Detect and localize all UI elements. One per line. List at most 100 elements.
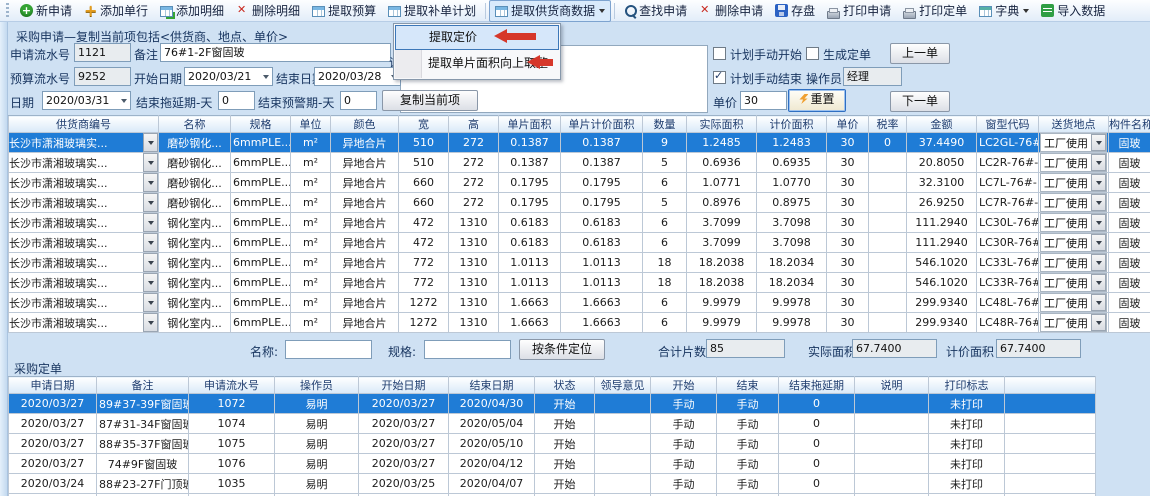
cell-tax_rate[interactable] <box>869 213 907 233</box>
extract-supplier-data-button[interactable]: 提取供货商数据 <box>489 0 611 22</box>
cell-leader-opinion[interactable] <box>595 474 651 494</box>
cell-component_name[interactable]: 固玻 <box>1109 153 1150 173</box>
cell-leader-opinion[interactable] <box>595 454 651 474</box>
cell-print-flag[interactable]: 未打印 <box>929 414 1005 434</box>
cell-end[interactable]: 手动 <box>717 394 779 414</box>
cell-qty[interactable]: 18 <box>643 273 687 293</box>
cell-tax_rate[interactable] <box>869 293 907 313</box>
cell-start[interactable]: 手动 <box>651 434 717 454</box>
cell-unit_price[interactable]: 30 <box>827 273 869 293</box>
cell-spec[interactable]: 6mmPLE... <box>231 273 291 293</box>
cell-amount[interactable]: 546.1020 <box>907 273 977 293</box>
cell-qty[interactable]: 6 <box>643 213 687 233</box>
cell-name[interactable]: 钢化室内... <box>159 293 231 313</box>
cell-piece_area[interactable]: 0.1387 <box>499 153 561 173</box>
cell-qty[interactable]: 5 <box>643 193 687 213</box>
cell-actual_area[interactable]: 9.9979 <box>687 313 757 333</box>
cell-piece_price_area[interactable]: 0.1795 <box>561 193 643 213</box>
supplier-combo-arrow[interactable] <box>143 213 158 232</box>
cell-qty[interactable]: 9 <box>643 133 687 153</box>
cell-width[interactable]: 510 <box>399 133 449 153</box>
cell-delivery_location[interactable]: 工厂使用 <box>1039 173 1109 193</box>
cell-remark[interactable]: 74#9F窗固玻 <box>97 454 189 474</box>
cell-width[interactable]: 772 <box>399 253 449 273</box>
cell-serial-no[interactable]: 1075 <box>189 434 275 454</box>
cell-unit[interactable]: m² <box>291 293 331 313</box>
cell-start-date[interactable]: 2020/03/27 <box>359 414 449 434</box>
supplier-combo-arrow[interactable] <box>143 173 158 192</box>
delivery-location-combo-arrow[interactable] <box>1091 314 1106 331</box>
cell-end-date[interactable]: 2020/05/10 <box>449 434 535 454</box>
cell-color[interactable]: 异地合片 <box>331 173 399 193</box>
cell-window_code[interactable]: LC30R-76#... <box>977 233 1039 253</box>
cell-piece_price_area[interactable]: 1.0113 <box>561 253 643 273</box>
cell-price_area[interactable]: 0.6935 <box>757 153 827 173</box>
cell-actual_area[interactable]: 1.0771 <box>687 173 757 193</box>
delivery-location-combo-arrow[interactable] <box>1091 174 1106 191</box>
cell-apply-date[interactable]: 2020/03/24 <box>9 474 97 494</box>
cell-window_code[interactable]: LC33R-76#... <box>977 273 1039 293</box>
cell-note[interactable] <box>855 454 929 474</box>
cell-price_area[interactable]: 18.2034 <box>757 273 827 293</box>
cell-filler[interactable] <box>1005 454 1096 474</box>
cell-leader-opinion[interactable] <box>595 394 651 414</box>
cell-window_code[interactable]: LC2GL-76#... <box>977 133 1039 153</box>
cell-status[interactable]: 开始 <box>535 474 595 494</box>
cell-width[interactable]: 772 <box>399 273 449 293</box>
supplier-combo-arrow[interactable] <box>143 193 158 212</box>
dictionary-button[interactable]: 字典 <box>973 0 1035 22</box>
cell-spec[interactable]: 6mmPLE... <box>231 313 291 333</box>
cell-window_code[interactable]: LC2R-76#-1F <box>977 153 1039 173</box>
cell-print-flag[interactable]: 未打印 <box>929 434 1005 454</box>
extract-supplement-plan-button[interactable]: 提取补单计划 <box>382 0 482 22</box>
cell-note[interactable] <box>855 414 929 434</box>
cell-window_code[interactable]: LC48R-76#... <box>977 313 1039 333</box>
cell-component_name[interactable]: 固玻 <box>1109 273 1150 293</box>
cell-qty[interactable]: 18 <box>643 253 687 273</box>
cell-supplier[interactable]: 长沙市潇湘玻璃实... <box>9 133 159 153</box>
cell-piece_price_area[interactable]: 0.1795 <box>561 173 643 193</box>
cell-operator[interactable]: 易明 <box>275 394 359 414</box>
cell-end-date[interactable]: 2020/04/30 <box>449 394 535 414</box>
cell-amount[interactable]: 111.2940 <box>907 213 977 233</box>
delete-detail-button[interactable]: 删除明细 <box>230 0 306 22</box>
cell-delivery_location[interactable]: 工厂使用 <box>1039 213 1109 233</box>
cell-amount[interactable]: 299.9340 <box>907 293 977 313</box>
cell-start[interactable]: 手动 <box>651 454 717 474</box>
cell-filler[interactable] <box>1005 414 1096 434</box>
cell-start-date[interactable]: 2020/03/25 <box>359 474 449 494</box>
cell-unit_price[interactable]: 30 <box>827 313 869 333</box>
cell-delivery_location[interactable]: 工厂使用 <box>1039 193 1109 213</box>
cell-component_name[interactable]: 固玻 <box>1109 133 1150 153</box>
save-disk-button[interactable]: 存盘 <box>769 0 821 22</box>
next-order-button[interactable]: 下一单 <box>890 91 950 112</box>
cell-height[interactable]: 272 <box>449 133 499 153</box>
cell-width[interactable]: 510 <box>399 153 449 173</box>
cell-height[interactable]: 272 <box>449 193 499 213</box>
cell-width[interactable]: 660 <box>399 193 449 213</box>
cell-unit[interactable]: m² <box>291 253 331 273</box>
cell-status[interactable]: 开始 <box>535 454 595 474</box>
cell-supplier[interactable]: 长沙市潇湘玻璃实... <box>9 253 159 273</box>
locate-by-condition-button[interactable]: 按条件定位 <box>519 339 605 360</box>
cell-end-delay[interactable]: 0 <box>779 394 855 414</box>
cell-piece_area[interactable]: 1.0113 <box>499 273 561 293</box>
cell-qty[interactable]: 5 <box>643 153 687 173</box>
cell-end-delay[interactable]: 0 <box>779 454 855 474</box>
copy-current-button[interactable]: 复制当前项 <box>382 90 478 111</box>
cell-unit[interactable]: m² <box>291 153 331 173</box>
cell-color[interactable]: 异地合片 <box>331 213 399 233</box>
cell-window_code[interactable]: LC48L-76#... <box>977 293 1039 313</box>
cell-unit[interactable]: m² <box>291 133 331 153</box>
supplier-combo-arrow[interactable] <box>143 233 158 252</box>
cell-color[interactable]: 异地合片 <box>331 193 399 213</box>
cell-unit_price[interactable]: 30 <box>827 173 869 193</box>
cell-component_name[interactable]: 固玻 <box>1109 233 1150 253</box>
cell-color[interactable]: 异地合片 <box>331 133 399 153</box>
table-row[interactable]: 长沙市潇湘玻璃实...磨砂钢化...6mmPLE...m²异地合片6602720… <box>9 193 1150 213</box>
filter-name-input[interactable] <box>285 340 372 359</box>
cell-amount[interactable]: 26.9250 <box>907 193 977 213</box>
cell-spec[interactable]: 6mmPLE... <box>231 193 291 213</box>
end-warn-input[interactable]: 0 <box>340 91 377 110</box>
cell-apply-date[interactable]: 2020/03/27 <box>9 394 97 414</box>
